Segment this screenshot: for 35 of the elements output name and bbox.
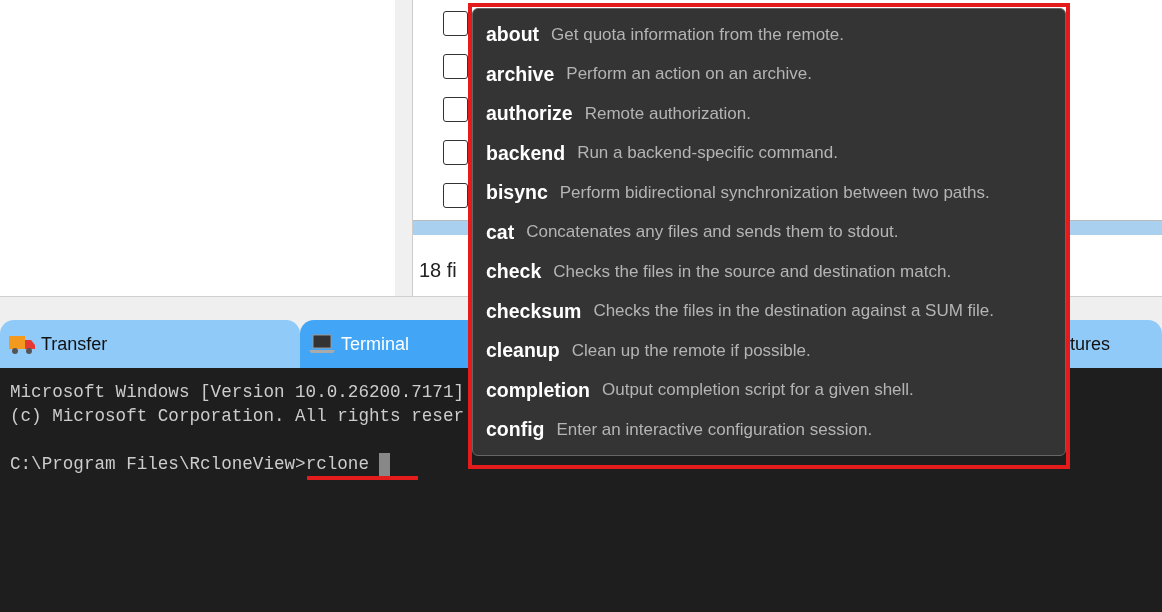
command-description: Perform an action on an archive. bbox=[566, 64, 812, 85]
command-description: Concatenates any files and sends them to stdout. bbox=[526, 222, 899, 243]
command-name[interactable]: bisync bbox=[486, 181, 548, 205]
command-name[interactable]: about bbox=[486, 23, 540, 47]
truck-icon bbox=[9, 333, 35, 355]
command-name[interactable]: config bbox=[486, 418, 545, 442]
command-description: Checks the files in the source and destination match. bbox=[553, 261, 952, 282]
command-name[interactable]: checksum bbox=[486, 299, 582, 323]
checkbox[interactable] bbox=[443, 140, 468, 165]
terminal-line: (c) Microsoft Corporation. All rights reser bbox=[10, 405, 464, 428]
command-description: Get quota information from the remote. bbox=[551, 24, 844, 45]
terminal-prompt: C:\Program Files\RcloneView> bbox=[10, 453, 306, 476]
command-name[interactable]: archive bbox=[486, 62, 555, 86]
command-name[interactable]: check bbox=[486, 260, 542, 284]
text-cursor bbox=[379, 452, 390, 476]
command-name[interactable]: completion bbox=[486, 378, 590, 402]
status-text: 18 fi bbox=[418, 258, 457, 282]
command-description: Perform bidirectional synchronization between two paths. bbox=[559, 182, 990, 203]
checkbox[interactable] bbox=[443, 11, 468, 36]
tab[interactable]: Transfer bbox=[0, 320, 300, 368]
command-input[interactable]: rclone bbox=[305, 452, 369, 476]
command-description: Output completion script for a given shell. bbox=[602, 380, 914, 401]
command-name[interactable]: cat bbox=[486, 220, 515, 244]
checkbox[interactable] bbox=[443, 183, 468, 208]
terminal-line: Microsoft Windows [Version 10.0.26200.7171] bbox=[10, 381, 464, 404]
checkbox[interactable] bbox=[443, 97, 468, 122]
command-name[interactable]: backend bbox=[486, 141, 566, 165]
command-description: Run a backend-specific command. bbox=[577, 143, 838, 164]
command-name[interactable]: authorize bbox=[486, 102, 573, 126]
laptop-icon bbox=[309, 333, 335, 355]
command-name[interactable]: cleanup bbox=[486, 339, 560, 363]
checkbox[interactable] bbox=[443, 54, 468, 79]
command-description: Checks the files in the destination against a SUM file. bbox=[593, 301, 995, 322]
command-description: Remote authorization. bbox=[584, 103, 751, 124]
command-description: Enter an interactive configuration session. bbox=[556, 419, 873, 440]
